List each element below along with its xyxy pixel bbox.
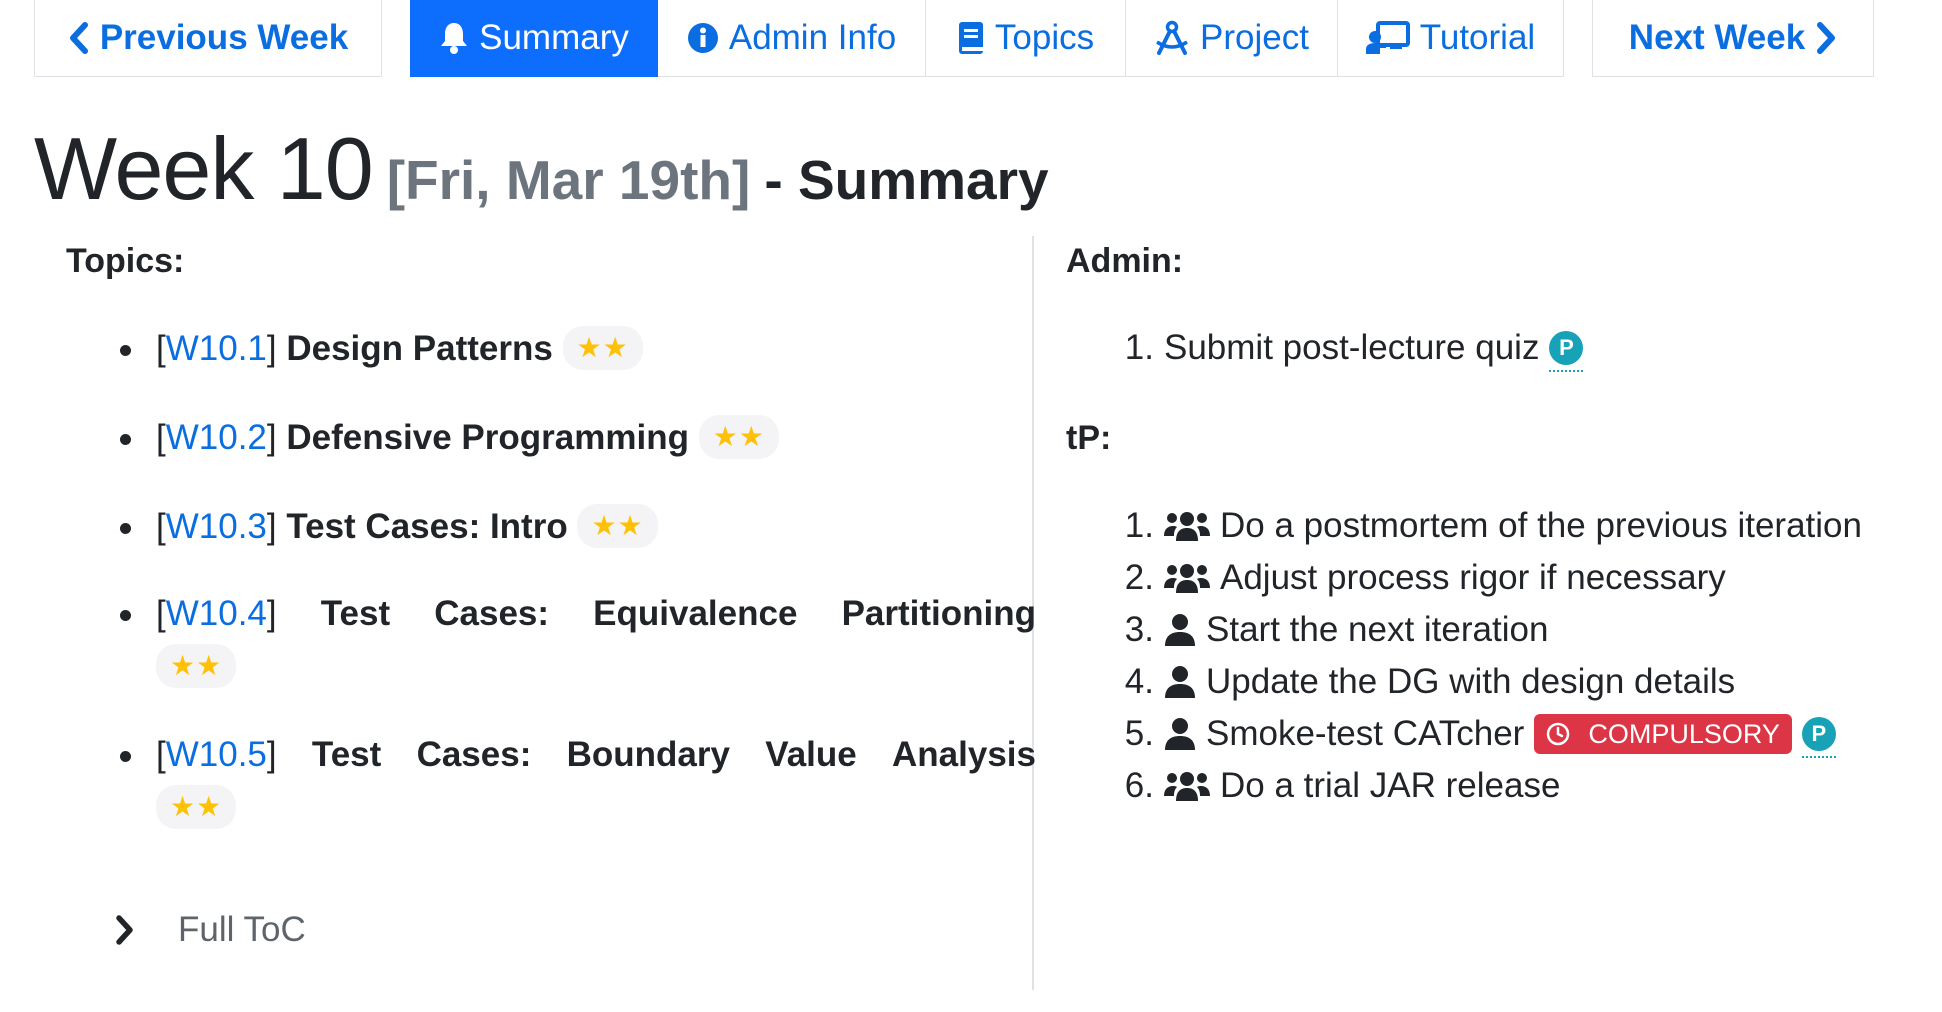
topic-title-word: Boundary <box>566 735 730 774</box>
topic-title-word: Analysis <box>892 735 1036 774</box>
bell-icon <box>441 23 468 54</box>
tp-item: 4. Update the DG with design details <box>1112 656 1735 708</box>
tp-item: 3. Start the next iteration <box>1112 604 1549 656</box>
drafting-compass-icon <box>1156 20 1189 55</box>
tp-item: 2. Adjust process rigor if necessary <box>1112 552 1726 604</box>
topic-title-word: Partitioning <box>841 594 1036 633</box>
tab-admin-info-label: Admin Info <box>728 18 897 57</box>
tab-summary-label: Summary <box>479 18 629 57</box>
progress-badge[interactable]: P <box>1549 331 1584 372</box>
tp-heading: tP: <box>1066 419 1112 457</box>
tab-topics[interactable]: Topics <box>926 0 1126 77</box>
topics-heading: Topics: <box>66 242 185 280</box>
item-number: 4. <box>1124 662 1154 701</box>
clock-icon <box>1547 722 1570 746</box>
page-title: Week 10 [Fri, Mar 19th] - Summary <box>34 118 1049 220</box>
tab-project[interactable]: Project <box>1126 0 1338 77</box>
tab-topics-label: Topics <box>994 18 1095 57</box>
admin-heading: Admin: <box>1066 242 1184 280</box>
full-toc-label: Full ToC <box>178 910 306 949</box>
admin-item: 1. Submit post-lecture quiz P <box>1112 322 1584 374</box>
compulsory-tag: COMPULSORY <box>1534 714 1792 754</box>
tab-project-label: Project <box>1200 18 1309 57</box>
tp-item: 1. Do a postmortem of the previous itera… <box>1112 500 1862 552</box>
topic-link[interactable]: W10.2 <box>166 418 267 457</box>
topic-title-word: Value <box>765 735 857 774</box>
tab-tutorial-label: Tutorial <box>1419 18 1536 57</box>
bullet-dot <box>120 751 131 762</box>
item-text: Update the DG with design details <box>1206 662 1736 701</box>
item-text: Do a postmortem of the previous iteratio… <box>1220 506 1862 545</box>
topic-title-word: Test <box>311 735 382 774</box>
bullet-dot <box>120 345 131 356</box>
topic-title-word: Cases: <box>434 594 550 633</box>
users-icon <box>1164 564 1210 593</box>
topic-link[interactable]: W10.3 <box>166 507 267 546</box>
tp-item: 5. Smoke-test CATcher COMPULSORY P <box>1112 708 1836 760</box>
topic-link[interactable]: W10.5 <box>166 735 267 774</box>
chevron-left-icon <box>69 22 88 54</box>
bullet-dot <box>120 434 131 445</box>
topic-title-word: Equivalence <box>593 594 798 633</box>
topic-title-word: Test <box>320 594 391 633</box>
user-icon <box>1165 614 1195 646</box>
chalkboard-teacher-icon <box>1365 21 1410 54</box>
topic-title: Test Cases: Intro <box>286 507 568 546</box>
star-rating: ★★ <box>156 784 237 829</box>
item-text: Start the next iteration <box>1206 610 1549 649</box>
topic-title: Design Patterns <box>286 329 553 368</box>
week-number: Week 10 <box>34 119 374 218</box>
topic-title-word: Cases: <box>416 735 532 774</box>
topic-title: Defensive Programming <box>286 418 689 457</box>
item-number: 3. <box>1124 610 1154 649</box>
topic-link[interactable]: W10.1 <box>166 329 267 368</box>
section-tabs: Summary Admin Info Topics Project Tutori… <box>410 0 1564 77</box>
item-number: 6. <box>1124 766 1154 805</box>
star-rating: ★★ <box>577 503 658 548</box>
bullet-dot <box>120 610 131 621</box>
topic-item: [W10.2] Defensive Programming ★★ <box>156 411 779 464</box>
item-text: Do a trial JAR release <box>1220 766 1561 805</box>
next-week-label: Next Week <box>1628 18 1806 57</box>
next-week-nav: Next Week <box>1592 0 1874 77</box>
star-rating: ★★ <box>698 414 779 459</box>
star-rating: ★★ <box>156 643 237 688</box>
previous-week-button[interactable]: Previous Week <box>34 0 382 77</box>
title-suffix: - Summary <box>764 149 1049 211</box>
book-icon <box>958 22 983 54</box>
user-icon <box>1165 666 1195 698</box>
item-number: 1. <box>1124 328 1154 367</box>
users-icon <box>1164 512 1210 541</box>
user-icon <box>1165 718 1195 750</box>
tab-summary[interactable]: Summary <box>410 0 658 77</box>
star-rating: ★★ <box>562 325 643 370</box>
item-number: 5. <box>1124 714 1154 753</box>
topic-item: [W10.4] Test Cases: Equivalence Partitio… <box>156 587 1036 693</box>
topic-item: [W10.1] Design Patterns ★★ <box>156 322 643 375</box>
tab-admin-info[interactable]: Admin Info <box>658 0 926 77</box>
chevron-right-icon <box>1817 22 1836 54</box>
item-number: 1. <box>1124 506 1154 545</box>
bullet-dot <box>120 523 131 534</box>
item-number: 2. <box>1124 558 1154 597</box>
chevron-right-icon <box>116 915 133 945</box>
week-date: [Fri, Mar 19th] <box>386 149 751 211</box>
topic-item: [W10.3] Test Cases: Intro ★★ <box>156 500 658 553</box>
users-icon <box>1164 772 1210 801</box>
full-toc-toggle[interactable]: Full ToC <box>114 910 306 950</box>
prev-week-nav: Previous Week <box>34 0 382 77</box>
progress-badge[interactable]: P <box>1801 717 1836 758</box>
item-text: Submit post-lecture quiz <box>1164 328 1540 367</box>
tab-tutorial[interactable]: Tutorial <box>1338 0 1564 77</box>
compulsory-label: COMPULSORY <box>1588 718 1780 749</box>
topic-link[interactable]: W10.4 <box>166 594 267 633</box>
item-text: Adjust process rigor if necessary <box>1220 558 1726 597</box>
item-text: Smoke-test CATcher <box>1206 714 1525 753</box>
info-circle-icon <box>687 23 718 53</box>
topic-item: [W10.5] Test Cases: Boundary Value Analy… <box>156 728 1036 834</box>
previous-week-label: Previous Week <box>99 18 349 57</box>
next-week-button[interactable]: Next Week <box>1592 0 1874 77</box>
tp-item: 6. Do a trial JAR release <box>1112 760 1561 812</box>
